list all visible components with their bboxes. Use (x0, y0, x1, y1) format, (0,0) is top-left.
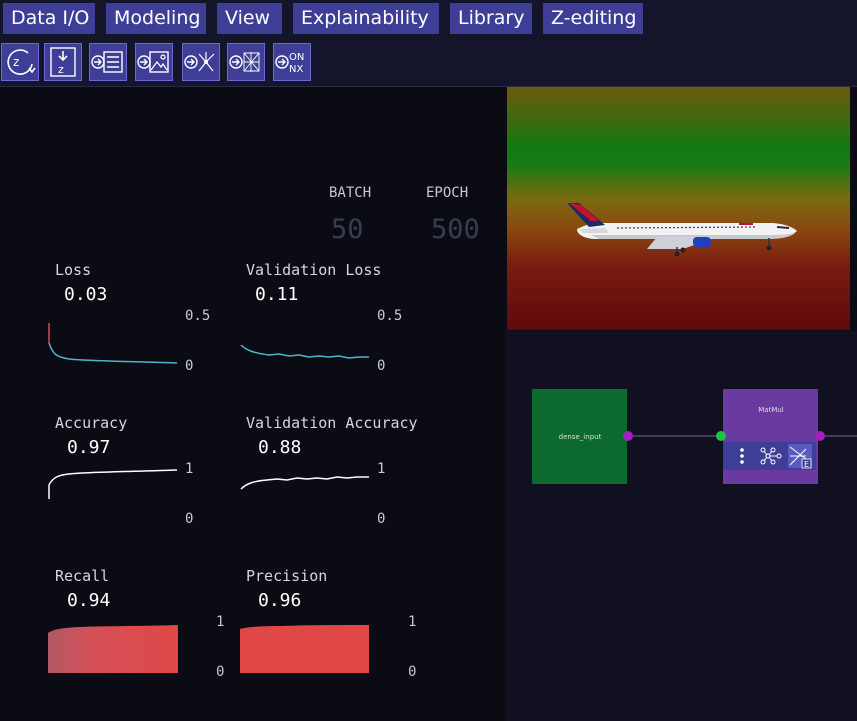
graph-canvas: E (532, 389, 857, 484)
onnx-import-button[interactable]: ON NX (273, 43, 311, 81)
accuracy-line (48, 469, 178, 499)
loss-line (48, 342, 178, 364)
menu-library[interactable]: Library (450, 3, 532, 34)
val-loss-chart (240, 344, 369, 359)
recall-area (48, 625, 178, 673)
z-download-button[interactable]: z (44, 43, 82, 81)
metrics-panel: BATCH 50 EPOCH 500 Loss 0.03 0.5 0 Valid… (0, 87, 506, 721)
z-rotate-icon: z (7, 49, 36, 75)
accuracy-chart (48, 469, 178, 499)
batch-label: BATCH (329, 185, 372, 201)
val-accuracy-line (240, 476, 369, 490)
loss-axis-max: 0.5 (185, 308, 211, 324)
batch-value: 50 (331, 214, 364, 245)
val-accuracy-title: Validation Accuracy (246, 414, 418, 432)
node-dense-input-label[interactable]: dense_input (532, 433, 628, 441)
node-explain-icon: E (788, 444, 812, 469)
loss-title: Loss (55, 261, 92, 279)
val-accuracy-axis-max: 1 (377, 461, 386, 477)
menu-bar: Data I/O Modeling View Explainability Li… (0, 0, 857, 40)
val-accuracy-chart (240, 476, 369, 490)
node-matmul-label[interactable]: MatMul (723, 406, 819, 414)
graph-import-button[interactable] (182, 43, 220, 81)
list-import-icon (91, 51, 123, 73)
node-matmul-input-port (716, 431, 726, 441)
val-loss-axis-min: 0 (377, 358, 386, 374)
menu-explainability[interactable]: Explainability (293, 3, 439, 34)
z-rotate-button[interactable]: z (1, 43, 39, 81)
accuracy-title: Accuracy (55, 414, 128, 432)
menu-modeling[interactable]: Modeling (106, 3, 206, 34)
image-import-icon (137, 51, 169, 73)
val-loss-line (240, 344, 369, 359)
precision-axis-min: 0 (408, 664, 417, 680)
recall-value: 0.94 (67, 590, 111, 611)
node-menu-dots-icon (740, 448, 744, 464)
onnx-import-icon: ON NX (275, 52, 304, 75)
recall-chart (48, 625, 178, 673)
z-download-icon: z (50, 47, 76, 77)
accuracy-axis-min: 0 (185, 511, 194, 527)
accuracy-axis-max: 1 (185, 461, 194, 477)
list-import-button[interactable] (89, 43, 127, 81)
val-accuracy-axis-min: 0 (377, 511, 386, 527)
onnx-label-bottom: NX (289, 64, 303, 75)
loss-axis-min: 0 (185, 358, 194, 374)
precision-axis-max: 1 (408, 614, 417, 630)
precision-chart (240, 625, 369, 673)
menu-z-editing[interactable]: Z-editing (543, 3, 643, 34)
image-import-button[interactable] (135, 43, 173, 81)
image-preview (507, 87, 850, 330)
graph-import-icon (184, 52, 215, 72)
graph-editor: E dense_input MatMul (506, 331, 857, 721)
recall-axis-min: 0 (216, 664, 225, 680)
network-import-icon (229, 52, 260, 72)
network-import-button[interactable] (227, 43, 265, 81)
toolbar: z z ON NX (0, 40, 857, 87)
epoch-label: EPOCH (426, 185, 469, 201)
precision-title: Precision (246, 567, 328, 585)
loss-value: 0.03 (64, 284, 108, 305)
svg-text:z: z (58, 63, 64, 76)
recall-axis-max: 1 (216, 614, 225, 630)
node-matmul-output-port (815, 431, 825, 441)
precision-value: 0.96 (258, 590, 302, 611)
accuracy-value: 0.97 (67, 437, 111, 458)
recall-title: Recall (55, 567, 110, 585)
precision-area (240, 625, 369, 673)
val-loss-axis-max: 0.5 (377, 308, 403, 324)
menu-view[interactable]: View (217, 3, 282, 34)
val-loss-value: 0.11 (255, 284, 299, 305)
menu-data-io[interactable]: Data I/O (3, 3, 95, 34)
onnx-label-top: ON (289, 52, 304, 63)
val-accuracy-value: 0.88 (258, 437, 302, 458)
epoch-value: 500 (431, 214, 480, 245)
svg-text:z: z (13, 55, 19, 69)
loss-chart (48, 323, 178, 364)
val-loss-title: Validation Loss (246, 261, 382, 279)
svg-text:E: E (804, 460, 809, 469)
airplane-image (567, 203, 797, 257)
